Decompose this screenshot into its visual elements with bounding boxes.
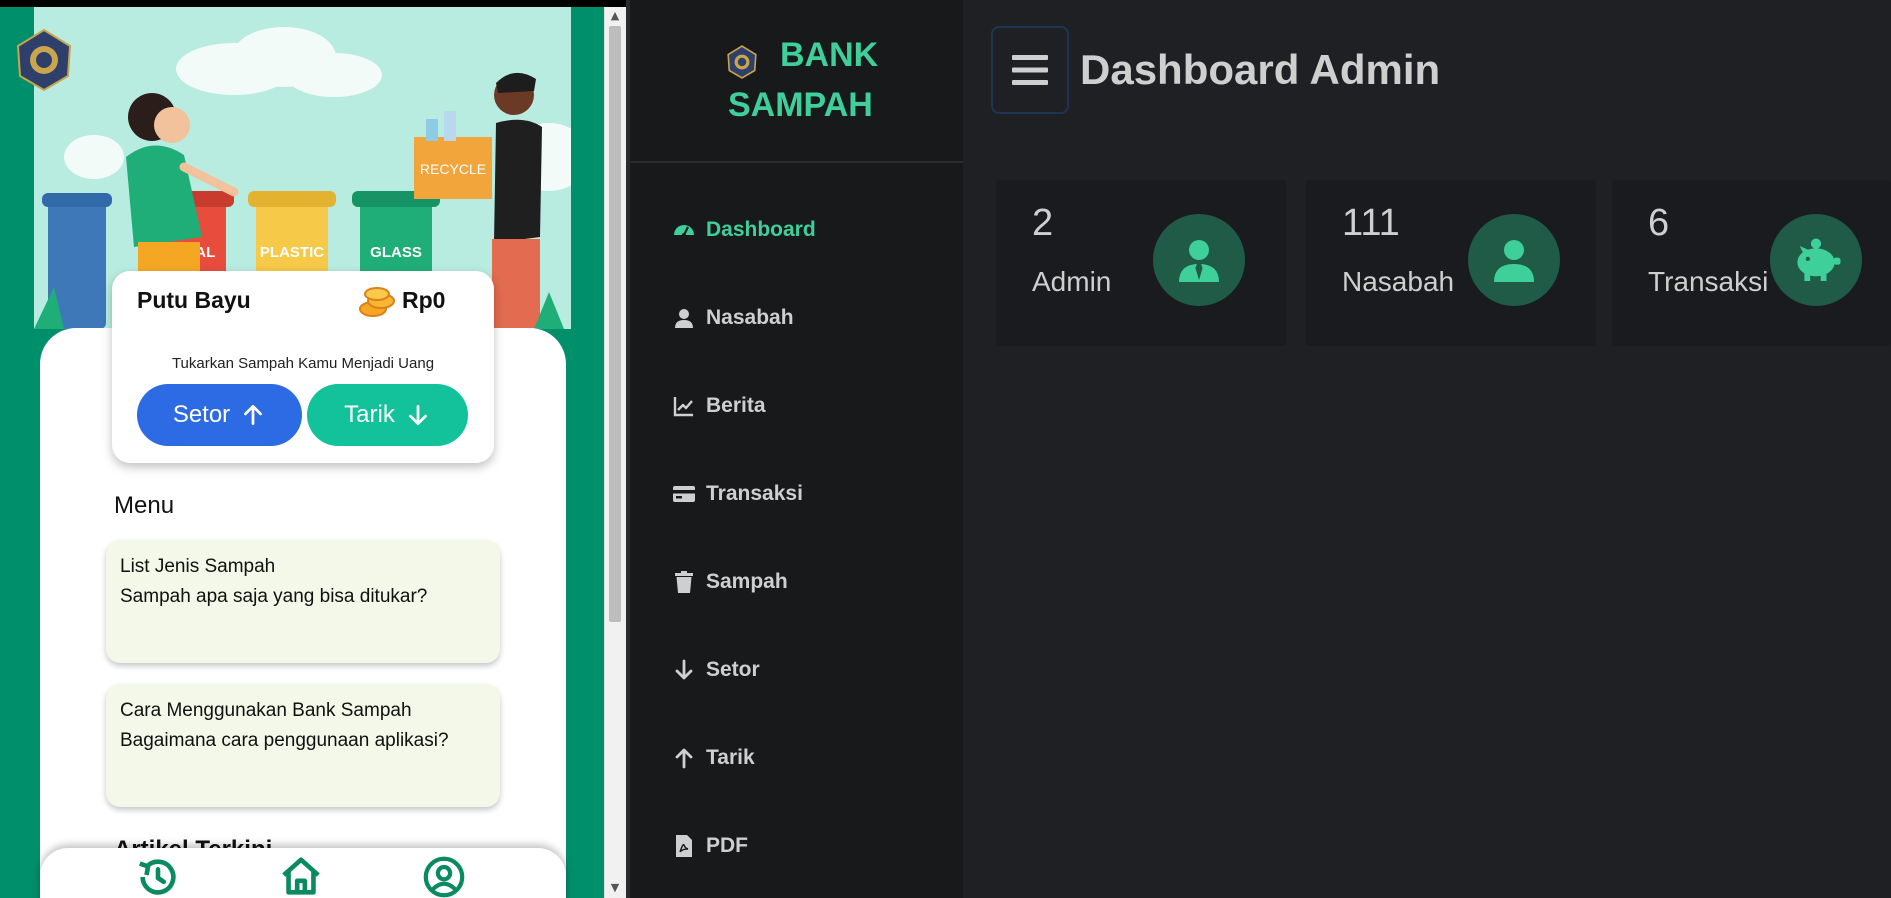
scrollbar-thumb[interactable] <box>609 26 621 622</box>
sidebar-item-dashboard[interactable]: Dashboard <box>672 214 816 246</box>
stat-count: 6 <box>1648 202 1670 244</box>
menu-card-subtitle: Sampah apa saja yang bisa ditukar? <box>120 586 428 607</box>
setor-button[interactable]: Setor <box>137 384 302 446</box>
hamburger-icon <box>1012 55 1048 85</box>
profile-icon[interactable] <box>421 854 467 898</box>
user-name: Putu Bayu <box>137 287 251 313</box>
sidebar-item-label: Sampah <box>706 570 788 593</box>
coin-icon <box>359 285 397 319</box>
arrow-down-icon <box>675 659 693 680</box>
setor-label: Setor <box>172 401 231 428</box>
window-top-strip <box>0 0 630 7</box>
sidebar-item-label: PDF <box>706 834 748 857</box>
sidebar-item-label: Setor <box>706 658 760 681</box>
sidebar-item-label: Nasabah <box>706 306 794 329</box>
user-tie-icon <box>1179 240 1219 282</box>
user-icon <box>675 309 693 328</box>
sidebar-item-pdf[interactable]: PDF <box>672 830 748 862</box>
user-icon <box>1494 240 1534 282</box>
tagline: Tukarkan Sampah Kamu Menjadi Uang <box>171 355 435 372</box>
balance-amount: Rp0 <box>402 287 446 313</box>
sidebar-item-label: Transaksi <box>706 482 803 505</box>
sidebar-item-label: Berita <box>706 394 766 417</box>
chart-line-icon <box>673 397 693 417</box>
sidebar-item-nasabah[interactable]: Nasabah <box>672 302 794 334</box>
brand-divider <box>630 161 963 163</box>
sidebar-item-tarik[interactable]: Tarik <box>672 742 755 774</box>
box-label-recycle: RECYCLE <box>420 161 486 177</box>
stat-label: Transaksi <box>1648 266 1769 297</box>
balance-card: Putu Bayu Rp0 Tukarkan Sampah Kamu Menja… <box>112 271 494 463</box>
arrow-up-icon <box>244 404 263 426</box>
stat-label: Nasabah <box>1342 266 1455 297</box>
bottom-navigation <box>40 848 566 898</box>
sidebar-item-berita[interactable]: Berita <box>672 390 766 422</box>
sidebar-item-setor[interactable]: Setor <box>672 654 760 686</box>
brand-title-line1[interactable]: BANK <box>780 36 878 75</box>
arrow-down-icon <box>408 404 427 426</box>
stat-card-transaksi: 6 Transaksi <box>1612 180 1891 346</box>
bank-sampah-logo <box>725 44 759 80</box>
stat-count: 111 <box>1342 202 1400 244</box>
sidebar-item-label: Dashboard <box>706 218 816 241</box>
sidebar-item-label: Tarik <box>706 746 755 769</box>
stat-card-nasabah: 111 Nasabah <box>1306 180 1596 346</box>
trash-icon <box>675 571 693 593</box>
arrow-up-icon <box>675 748 693 769</box>
menu-card-title: List Jenis Sampah <box>120 556 276 577</box>
bank-sampah-logo <box>12 28 76 92</box>
stat-label: Admin <box>1032 266 1112 297</box>
mobile-app-window: METAL PLASTIC GLASS RECYCLE <box>0 0 630 898</box>
menu-toggle-button[interactable] <box>991 26 1069 114</box>
menu-card-title: Cara Menggunakan Bank Sampah <box>120 700 412 721</box>
menu-heading: Menu <box>114 492 175 519</box>
admin-main-content <box>963 0 1891 898</box>
tarik-button[interactable]: Tarik <box>307 384 468 446</box>
file-pdf-icon <box>676 835 692 857</box>
dashboard-icon <box>674 225 694 237</box>
tarik-label: Tarik <box>344 401 395 428</box>
stat-icon-circle <box>1770 214 1862 306</box>
stat-count: 2 <box>1032 202 1054 244</box>
stat-icon-circle <box>1468 214 1560 306</box>
history-icon[interactable] <box>135 854 181 898</box>
stat-icon-circle <box>1153 214 1245 306</box>
sidebar-item-transaksi[interactable]: Transaksi <box>672 478 803 510</box>
page-title: Dashboard Admin <box>1080 46 1441 93</box>
bin-label-glass: GLASS <box>370 244 422 261</box>
menu-card-list-jenis-sampah[interactable]: List Jenis Sampah Sampah apa saja yang b… <box>106 540 500 663</box>
menu-card-cara-menggunakan[interactable]: Cara Menggunakan Bank Sampah Bagaimana c… <box>106 684 500 807</box>
scroll-down-arrow-icon[interactable]: ▼ <box>604 880 626 896</box>
scroll-up-arrow-icon[interactable]: ▲ <box>604 8 626 24</box>
sidebar-item-sampah[interactable]: Sampah <box>672 566 788 598</box>
piggy-bank-icon <box>1797 238 1841 281</box>
menu-card-subtitle: Bagaimana cara penggunaan aplikasi? <box>120 730 449 751</box>
home-icon[interactable] <box>278 854 324 898</box>
brand-title-line2[interactable]: SAMPAH <box>728 86 873 125</box>
stat-card-admin: 2 Admin <box>996 180 1286 346</box>
bin-label-plastic: PLASTIC <box>260 244 324 261</box>
credit-card-icon <box>673 486 695 502</box>
